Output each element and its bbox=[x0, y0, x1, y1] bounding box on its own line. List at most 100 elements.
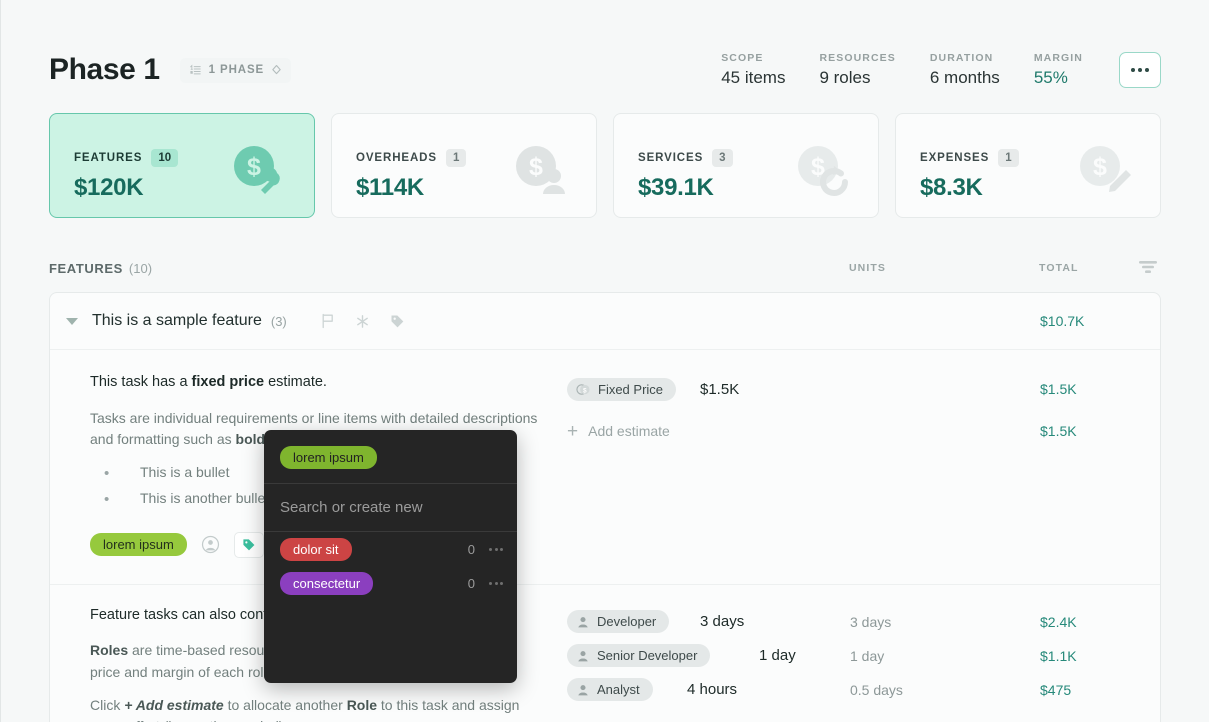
estimate-grand-total: $1.5K bbox=[1040, 423, 1077, 439]
user-icon bbox=[578, 616, 588, 628]
filter-icon[interactable] bbox=[1137, 259, 1159, 280]
tag-option-label: consectetur bbox=[280, 571, 374, 595]
phase-selector[interactable]: 1 PHASE bbox=[179, 57, 292, 83]
estimate-quantity[interactable]: 4 hours bbox=[687, 681, 737, 698]
stat-value: 6 months bbox=[929, 68, 1000, 87]
feature-icon-group bbox=[321, 313, 405, 329]
add-estimate-row: + Add estimate 4.5 days $3.98K bbox=[567, 711, 1140, 722]
popup-selected-section: lorem ipsum bbox=[264, 430, 517, 484]
summary-card-features[interactable]: FEATURES 10 $120K $ bbox=[49, 113, 315, 218]
collapse-caret-icon[interactable] bbox=[66, 317, 78, 325]
tag-option-dolor-sit[interactable]: dolor sit 0 bbox=[264, 532, 517, 566]
page-header: Phase 1 1 PHASE SCOPE 45 items RESOURCES… bbox=[49, 44, 1161, 96]
chip-label: Senior Developer bbox=[597, 648, 698, 664]
features-table: This is a sample feature (3) $10.7K This… bbox=[49, 292, 1161, 722]
more-options-button[interactable] bbox=[1119, 52, 1161, 88]
chip-label: Analyst bbox=[597, 682, 640, 698]
feature-count: (3) bbox=[270, 313, 287, 329]
stat-value: 9 roles bbox=[819, 68, 871, 87]
chip-label: Developer bbox=[597, 614, 657, 630]
estimate-units: 3 days bbox=[850, 613, 892, 630]
dollar-wrench-icon: $ bbox=[230, 144, 288, 205]
column-header-units: UNITS bbox=[849, 262, 886, 274]
app-page: Phase 1 1 PHASE SCOPE 45 items RESOURCES… bbox=[0, 0, 1209, 722]
add-estimate-button[interactable]: + Add estimate bbox=[567, 718, 670, 722]
role-chip[interactable]: Senior Developer bbox=[567, 644, 711, 668]
tag-option-menu-icon[interactable] bbox=[489, 547, 503, 551]
svg-text:$: $ bbox=[583, 387, 587, 394]
card-header: EXPENSES 1 bbox=[920, 149, 1019, 168]
estimate-row: $ Fixed Price $1.5K $1.5K bbox=[567, 372, 1140, 406]
table-count: (10) bbox=[128, 260, 153, 276]
popup-selected-tag[interactable]: lorem ipsum bbox=[280, 446, 377, 469]
feature-total: $10.7K bbox=[1040, 313, 1085, 329]
feature-name: This is a sample feature bbox=[92, 312, 262, 329]
table-header: FEATURES (10) UNITS TOTAL bbox=[49, 256, 1161, 280]
estimate-row: Senior Developer 1 day 1 day $1.1K bbox=[567, 639, 1140, 673]
add-estimate-label: Add estimate bbox=[588, 423, 670, 439]
dollar-person-icon: $ bbox=[512, 144, 570, 205]
task-row-role-estimates: Feature tasks can also contain role esti… bbox=[50, 585, 1160, 722]
stat-label: RESOURCES bbox=[819, 52, 896, 64]
card-content: SERVICES 3 $39.1K bbox=[638, 149, 733, 202]
card-label: OVERHEADS bbox=[356, 152, 437, 165]
card-header: SERVICES 3 bbox=[638, 149, 733, 168]
card-label: EXPENSES bbox=[920, 152, 990, 165]
estimate-row: Developer 3 days 3 days $2.4K bbox=[567, 605, 1140, 639]
estimate-quantity[interactable]: 1 day bbox=[759, 647, 796, 664]
card-content: EXPENSES 1 $8.3K bbox=[920, 149, 1019, 202]
card-value: $120K bbox=[74, 174, 144, 202]
task-estimates: Developer 3 days 3 days $2.4K Senior Dev… bbox=[567, 605, 1140, 722]
estimate-units: 0.5 days bbox=[850, 681, 903, 698]
add-tag-button[interactable] bbox=[233, 531, 264, 558]
summary-card-overheads[interactable]: OVERHEADS 1 $114K $ bbox=[331, 113, 597, 218]
para-bold-italic: + Add estimate bbox=[124, 696, 224, 713]
card-header: OVERHEADS 1 bbox=[356, 149, 467, 168]
role-chip[interactable]: Developer bbox=[567, 610, 670, 634]
task-tag[interactable]: lorem ipsum bbox=[90, 533, 187, 557]
coins-icon: $ bbox=[576, 383, 590, 395]
stat-scope: SCOPE 45 items bbox=[721, 52, 785, 88]
card-value: $39.1K bbox=[638, 174, 714, 202]
task-heading-pre: This task has a bbox=[90, 374, 192, 390]
tag-option-consectetur[interactable]: consectetur 0 bbox=[264, 566, 517, 600]
user-icon bbox=[578, 684, 588, 696]
card-label: SERVICES bbox=[638, 152, 704, 165]
dot bbox=[1145, 68, 1149, 72]
svg-text:$: $ bbox=[529, 153, 543, 181]
column-header-total: TOTAL bbox=[1039, 262, 1079, 274]
estimate-total: $475 bbox=[1040, 681, 1072, 698]
plus-icon: + bbox=[567, 718, 578, 722]
feature-row[interactable]: This is a sample feature (3) $10.7K bbox=[50, 293, 1160, 350]
stat-value: 55% bbox=[1033, 68, 1068, 87]
tag-option-menu-icon[interactable] bbox=[489, 581, 503, 585]
estimate-quantity[interactable]: 3 days bbox=[700, 613, 744, 630]
stat-label: DURATION bbox=[929, 52, 994, 64]
user-icon bbox=[578, 650, 588, 662]
table-title: FEATURES bbox=[49, 260, 123, 276]
summary-card-services[interactable]: SERVICES 3 $39.1K $ bbox=[613, 113, 879, 218]
para-bold: Roles bbox=[90, 642, 129, 659]
stat-label: MARGIN bbox=[1033, 52, 1083, 64]
estimate-quantity[interactable]: $1.5K bbox=[700, 381, 739, 398]
stat-value: 45 items bbox=[721, 68, 786, 87]
task-paragraph: Click + Add estimate to allocate another… bbox=[90, 695, 530, 722]
svg-text:$: $ bbox=[1093, 153, 1107, 181]
asterisk-icon[interactable] bbox=[355, 314, 370, 329]
tag-icon[interactable] bbox=[390, 314, 405, 329]
user-circle-icon[interactable] bbox=[201, 535, 220, 554]
task-heading-bold: fixed price bbox=[191, 374, 265, 390]
flag-icon[interactable] bbox=[321, 313, 335, 329]
card-header: FEATURES 10 bbox=[74, 149, 179, 168]
estimate-type-chip[interactable]: $ Fixed Price bbox=[567, 377, 677, 401]
tag-search-input[interactable]: Search or create new bbox=[264, 484, 517, 532]
add-estimate-button[interactable]: + Add estimate bbox=[567, 422, 670, 441]
summary-card-expenses[interactable]: EXPENSES 1 $8.3K $ bbox=[895, 113, 1161, 218]
stat-duration: DURATION 6 months bbox=[930, 52, 1000, 88]
svg-text:$: $ bbox=[247, 153, 261, 181]
chevron-updown-icon bbox=[271, 64, 282, 77]
para-bold: Role bbox=[346, 696, 378, 713]
role-chip[interactable]: Analyst bbox=[567, 678, 653, 702]
dollar-refresh-icon: $ bbox=[794, 144, 852, 205]
para-bold: bold bbox=[235, 431, 266, 448]
